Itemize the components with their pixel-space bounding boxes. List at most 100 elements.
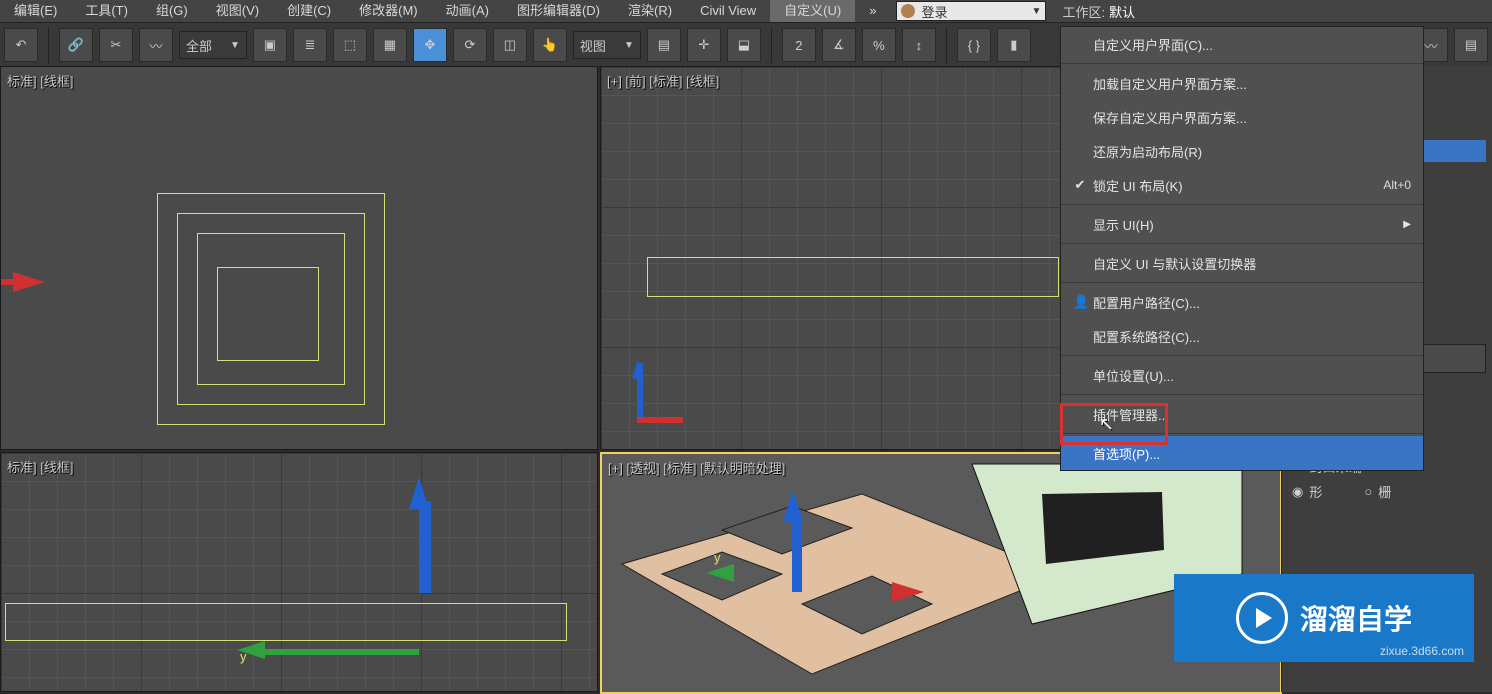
separator <box>1061 355 1423 356</box>
selection-filter-value: 全部 <box>186 36 212 55</box>
separator <box>1061 433 1423 434</box>
separator <box>1061 204 1423 205</box>
percent-snap-button[interactable]: % <box>862 28 896 62</box>
avatar-icon <box>901 4 915 18</box>
viewport-top-label[interactable]: 标准] [线框] <box>7 71 73 90</box>
green-axis-stem <box>259 649 419 655</box>
menu-label: 首选项(P)... <box>1093 444 1160 463</box>
scale-button[interactable]: ◫ <box>493 28 527 62</box>
menu-label: 锁定 UI 布局(K) <box>1093 176 1183 195</box>
menu-customize[interactable]: 自定义(U) <box>770 0 855 22</box>
link-button[interactable]: 🔗 <box>59 28 93 62</box>
login-button[interactable]: 登录 ▼ <box>896 1 1046 21</box>
watermark: 溜溜自学 zixue.3d66.com <box>1174 574 1474 662</box>
grid-radio[interactable]: ○ <box>1364 484 1372 499</box>
menu-label: 单位设置(U)... <box>1093 366 1174 385</box>
play-icon <box>1236 592 1288 644</box>
place-button[interactable]: 👆 <box>533 28 567 62</box>
separator <box>1061 63 1423 64</box>
select-name-button[interactable]: ≣ <box>293 28 327 62</box>
shape-outline <box>5 603 567 641</box>
menu-render[interactable]: 渲染(R) <box>614 0 686 22</box>
viewport-left[interactable]: 标准] [线框] y <box>0 452 598 692</box>
submenu-arrow-icon: ▶ <box>1403 219 1411 230</box>
menu-animation[interactable]: 动画(A) <box>432 0 503 22</box>
menuitem-plugin-manager[interactable]: 插件管理器... <box>1061 397 1423 431</box>
menu-label: 还原为启动布局(R) <box>1093 142 1202 161</box>
watermark-brand: 溜溜自学 <box>1300 598 1412 638</box>
y-axis-icon <box>632 359 644 378</box>
menuitem-units-setup[interactable]: 单位设置(U)... <box>1061 358 1423 392</box>
shortcut-label: Alt+0 <box>1383 178 1411 192</box>
green-axis-icon <box>706 564 734 582</box>
chevron-down-icon: ▼ <box>1032 6 1042 17</box>
select-object-button[interactable]: ▣ <box>253 28 287 62</box>
menu-group[interactable]: 组(G) <box>142 0 202 22</box>
viewport-front-label[interactable]: [+] [前] [标准] [线框] <box>607 71 719 90</box>
snap-toggle-2[interactable]: 2 <box>782 28 816 62</box>
named-sel-button[interactable]: { } <box>957 28 991 62</box>
y-axis-stem <box>792 514 802 592</box>
y-axis-icon <box>783 490 803 522</box>
separator <box>1061 243 1423 244</box>
menuitem-customize-ui[interactable]: 自定义用户界面(C)... <box>1061 27 1423 61</box>
menu-civilview[interactable]: Civil View <box>686 0 770 22</box>
menuitem-load-ui[interactable]: 加载自定义用户界面方案... <box>1061 66 1423 100</box>
separator <box>1061 282 1423 283</box>
shape-outline <box>217 267 319 361</box>
shape-outline <box>647 257 1059 297</box>
undo-button[interactable]: ↶ <box>4 28 38 62</box>
grid-major <box>1 453 597 691</box>
x-axis-icon <box>892 582 924 602</box>
menuitem-system-paths[interactable]: 配置系统路径(C)... <box>1061 319 1423 353</box>
customize-menu-dropdown: 自定义用户界面(C)... 加载自定义用户界面方案... 保存自定义用户界面方案… <box>1060 26 1424 471</box>
bind-button[interactable]: 〰 <box>139 28 173 62</box>
separator <box>1061 394 1423 395</box>
menu-tools[interactable]: 工具(T) <box>71 0 142 22</box>
chevron-down-icon: ▼ <box>230 40 240 51</box>
select-rect-button[interactable]: ⬚ <box>333 28 367 62</box>
menuitem-show-ui[interactable]: 显示 UI(H) ▶ <box>1061 207 1423 241</box>
menuitem-user-paths[interactable]: 👤配置用户路径(C)... <box>1061 285 1423 319</box>
viewport-left-label[interactable]: 标准] [线框] <box>7 457 73 476</box>
workspace-value[interactable]: 默认 <box>1109 2 1135 21</box>
check-icon: ✔ <box>1073 177 1087 193</box>
rotate-button[interactable]: ⟳ <box>453 28 487 62</box>
x-axis-stem <box>637 417 683 423</box>
menuitem-ui-switcher[interactable]: 自定义 UI 与默认设置切换器 <box>1061 246 1423 280</box>
y-axis-icon <box>409 477 429 509</box>
menu-modifier[interactable]: 修改器(M) <box>345 0 432 22</box>
unlink-button[interactable]: ✂ <box>99 28 133 62</box>
menuitem-lock-ui[interactable]: ✔ 锁定 UI 布局(K) Alt+0 <box>1061 168 1423 202</box>
select-window-button[interactable]: ▦ <box>373 28 407 62</box>
angle-snap-button[interactable]: ∡ <box>822 28 856 62</box>
pivot-button[interactable]: ▤ <box>647 28 681 62</box>
menu-create[interactable]: 创建(C) <box>273 0 345 22</box>
snap-button[interactable]: ✛ <box>687 28 721 62</box>
user-path-icon: 👤 <box>1073 294 1087 310</box>
menu-grapheditor[interactable]: 图形编辑器(D) <box>503 0 614 22</box>
shape-radio[interactable]: ◉ <box>1292 484 1303 500</box>
watermark-url: zixue.3d66.com <box>1380 644 1464 658</box>
grid-label: 栅 <box>1378 482 1391 501</box>
viewport-top[interactable]: 标准] [线框] <box>0 66 598 450</box>
separator <box>946 27 947 63</box>
axis-label-y: y <box>714 550 721 565</box>
menu-overflow[interactable]: » <box>855 0 890 22</box>
menu-edit[interactable]: 编辑(E) <box>0 0 71 22</box>
separator <box>48 27 49 63</box>
menu-label: 显示 UI(H) <box>1093 215 1154 234</box>
menuitem-revert-ui[interactable]: 还原为启动布局(R) <box>1061 134 1423 168</box>
spinner-snap-button[interactable]: ↕ <box>902 28 936 62</box>
menu-label: 保存自定义用户界面方案... <box>1093 108 1247 127</box>
move-button[interactable]: ✥ <box>413 28 447 62</box>
menuitem-save-ui[interactable]: 保存自定义用户界面方案... <box>1061 100 1423 134</box>
ref-coord-combo[interactable]: 视图 ▼ <box>573 31 641 59</box>
schematic-button[interactable]: ▤ <box>1454 28 1488 62</box>
snap3d-button[interactable]: ⬓ <box>727 28 761 62</box>
menu-view[interactable]: 视图(V) <box>202 0 273 22</box>
mirror-button[interactable]: ▮ <box>997 28 1031 62</box>
y-axis-stem <box>419 501 431 593</box>
menuitem-preferences[interactable]: 首选项(P)... <box>1061 436 1423 470</box>
selection-filter-combo[interactable]: 全部 ▼ <box>179 31 247 59</box>
